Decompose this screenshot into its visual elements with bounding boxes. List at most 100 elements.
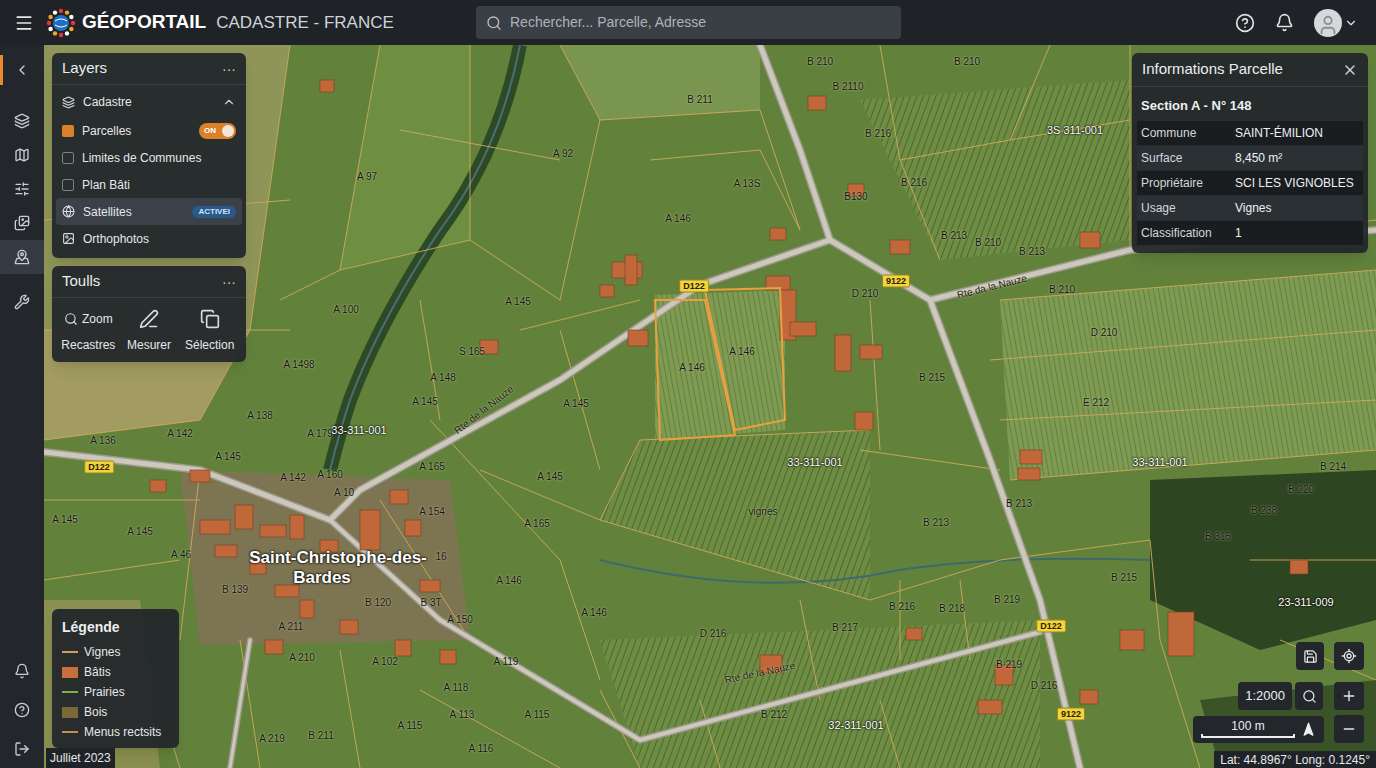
map-label-parcel: B 214 (1320, 462, 1346, 472)
map-label-parcel: A 138 (247, 411, 273, 421)
map-label-parcel: B 220 (1288, 485, 1314, 495)
map-label-parcel: B 120 (365, 598, 391, 608)
map-label-parcel: B 213 (1006, 499, 1032, 509)
map-label-parcel: A 165 (524, 519, 550, 529)
map-label-commune: 33-311-001 (1132, 457, 1187, 468)
map-label-parcel: A 92 (553, 149, 573, 159)
map-label-parcel: A 136 (90, 436, 116, 446)
tool-button[interactable]: ZoomRecastres (58, 308, 119, 354)
user-menu[interactable] (1314, 9, 1358, 37)
layer-checkbox[interactable] (62, 152, 74, 164)
sidebar-item[interactable] (0, 206, 44, 240)
toggle-knob (222, 125, 234, 137)
map-label-parcel: A 211 (279, 622, 304, 632)
sidebar-item[interactable] (0, 53, 44, 87)
parcel-heading: Section A - N° 148 (1132, 87, 1368, 121)
save-icon (1303, 649, 1318, 664)
map-label-parcel: A 1498 (283, 360, 314, 370)
map-label-parcel: B 2110 (833, 82, 864, 92)
sidebar-item[interactable] (0, 172, 44, 206)
map-label-parcel: B 139 (222, 585, 248, 595)
detail-value: SCI LES VIGNOBLES (1235, 174, 1359, 192)
layer-item[interactable]: Limites de Communes (56, 144, 242, 171)
map-label-parcel: A 145 (52, 515, 78, 525)
map-label-parcel: B 219 (996, 660, 1022, 670)
map-label-parcel: A 146 (729, 347, 755, 357)
map-label-parcel: B 218 (939, 604, 965, 614)
map-label-parcel: A 146 (496, 576, 522, 586)
sidebar-item[interactable] (0, 240, 44, 274)
map-label-parcel: A 160 (317, 470, 343, 480)
detail-value: 8,450 m² (1235, 149, 1359, 167)
chevron-down-icon (1344, 16, 1358, 30)
layer-icon (62, 232, 75, 245)
tool-button[interactable]: Mesurer (119, 308, 180, 354)
map-label-parcel: vignes (749, 507, 778, 517)
layers-icon (62, 96, 75, 109)
zoom-search-button[interactable] (1295, 682, 1323, 710)
layer-checkbox[interactable] (62, 179, 74, 191)
map-label-parcel: B 215 (919, 373, 945, 383)
legend-title: Légende (62, 617, 169, 638)
layer-label: Plan Bâti (82, 176, 236, 194)
map-label-parcel: B 216 (865, 129, 891, 139)
legend-item: Vignes (62, 642, 169, 662)
help-icon[interactable] (1235, 13, 1255, 33)
map-label-parcel: A 210 (289, 653, 315, 663)
plus-icon (1341, 688, 1357, 704)
bell-icon[interactable] (1275, 13, 1294, 32)
layer-item[interactable]: SatellitesACTIVEI (56, 198, 242, 225)
parcel-detail-row: Classification1 (1137, 221, 1363, 245)
logo[interactable]: GÉOPORTAILCADASTRE - FRANCE (46, 8, 476, 38)
save-button[interactable] (1296, 642, 1324, 670)
map-label-parcel: A 119 (494, 657, 519, 667)
map-label-parcel: A 145 (127, 527, 153, 537)
sidebar-icon (14, 113, 30, 129)
map-view[interactable]: B 210B 211B 210B 2110B 2163S 311-001A 92… (44, 45, 1376, 768)
detail-label: Propriétaire (1141, 174, 1235, 192)
locate-button[interactable] (1334, 642, 1364, 670)
search-field[interactable]: Rechercher... Parcelle, Adresse (476, 6, 901, 39)
tool-button[interactable]: Sélection (179, 308, 240, 354)
layer-item[interactable]: Orthophotos (56, 225, 242, 252)
magnifier-icon (1302, 689, 1317, 704)
sidebar-icon (14, 741, 30, 757)
map-label-parcel: A 10 (334, 488, 354, 498)
map-label-parcel: B 210 (807, 57, 833, 67)
layer-group[interactable]: Cadastre (52, 87, 246, 117)
sidebar-item[interactable] (0, 104, 44, 138)
panel-menu-button[interactable]: ··· (222, 62, 236, 76)
layer-item[interactable]: Plan Bâti (56, 171, 242, 198)
zoom-out-button[interactable] (1334, 715, 1364, 743)
logo-text: GÉOPORTAIL (82, 8, 206, 37)
sidebar-item[interactable] (0, 651, 44, 690)
parcel-detail-row: UsageVignes (1137, 196, 1363, 220)
close-icon[interactable] (1342, 62, 1358, 78)
map-label-commune: 3S 311-001 (1047, 125, 1103, 136)
map-label-parcel: B 215 (1111, 573, 1137, 583)
map-label-parcel: A 115 (525, 710, 550, 720)
layer-item[interactable]: ParcellesON (56, 117, 242, 144)
map-label-town: Bardes (293, 569, 351, 586)
hamburger-icon[interactable] (14, 13, 34, 33)
tool-icon (139, 309, 159, 329)
sidebar-item[interactable] (0, 138, 44, 172)
zoom-in-button[interactable] (1334, 682, 1364, 710)
panel-menu-button[interactable]: ··· (222, 275, 236, 289)
layer-checkbox[interactable] (62, 125, 74, 137)
sidebar-item[interactable] (0, 729, 44, 768)
map-label-road: 9122 (882, 275, 910, 288)
scale-ratio: 1:2000 (1238, 682, 1292, 710)
sidebar-item[interactable] (0, 690, 44, 729)
map-label-commune: 23-311-009 (1278, 597, 1333, 608)
layer-icon (62, 205, 75, 218)
layer-label: Limites de Communes (82, 149, 236, 167)
tools-panel: Toulls···ZoomRecastresMesurerSélection (52, 266, 246, 362)
map-label-parcel: B 216 (889, 602, 915, 612)
map-label-parcel: B 210 (954, 57, 980, 67)
legend-label: Bois (84, 703, 107, 721)
map-label-parcel: A 145 (563, 399, 589, 409)
map-label-parcel: B 3T (420, 598, 441, 608)
layer-toggle[interactable]: ON (199, 123, 236, 139)
sidebar-item[interactable] (0, 285, 44, 319)
